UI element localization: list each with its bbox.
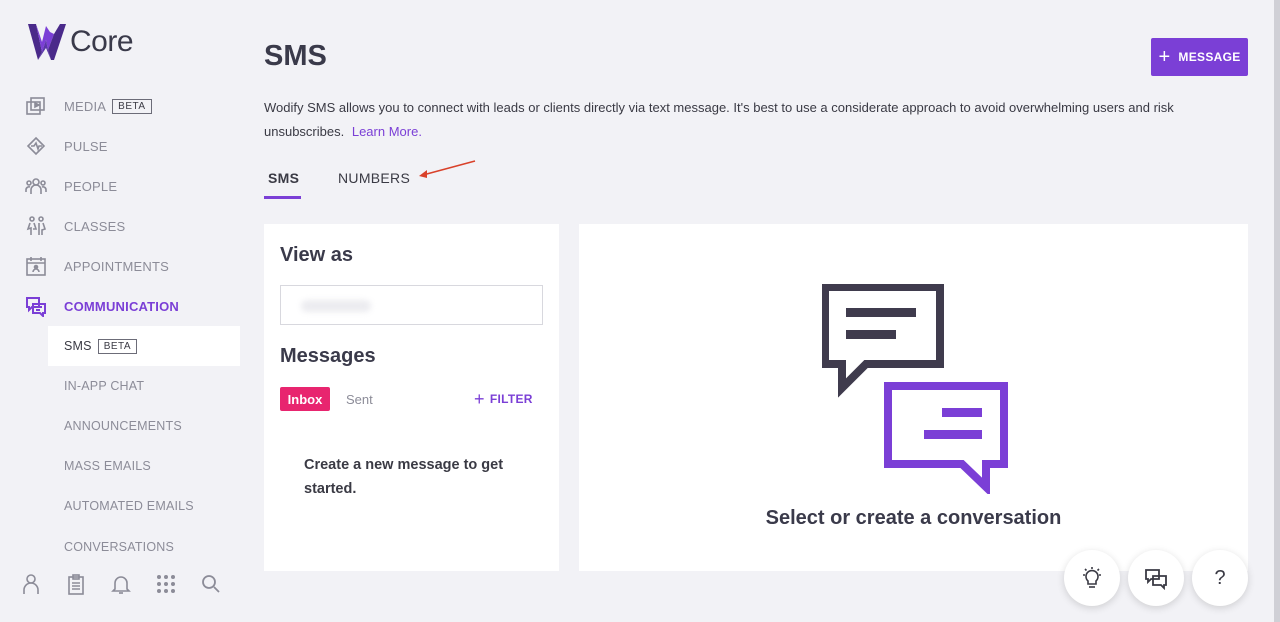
learn-more-link[interactable]: Learn More.: [352, 124, 422, 139]
empty-conversation-text: Select or create a conversation: [765, 507, 1062, 529]
plus-icon: +: [474, 389, 485, 409]
messages-heading: Messages: [280, 345, 376, 367]
profile-icon[interactable]: [20, 572, 42, 596]
classes-icon: [24, 215, 48, 237]
annotation-arrow-icon: [419, 160, 476, 178]
window-scrollbar[interactable]: [1274, 0, 1280, 622]
sidebar-item-classes[interactable]: CLASSES: [24, 215, 125, 237]
communication-icon: [24, 295, 48, 317]
logo[interactable]: Core: [26, 20, 134, 64]
sidebar-subitem-label: AUTOMATED EMAILS: [64, 499, 194, 513]
sidebar-subitem-label: SMS: [64, 339, 92, 353]
sidebar-item-label: CLASSES: [64, 218, 126, 234]
calendar-icon: [24, 255, 48, 277]
sidebar-subitem-label: CONVERSATIONS: [64, 540, 175, 554]
filter-button[interactable]: + FILTER: [474, 390, 533, 408]
beta-badge: BETA: [97, 338, 138, 354]
conversation-panel: Select or create a conversation: [579, 224, 1248, 571]
help-button[interactable]: ?: [1192, 550, 1248, 606]
sidebar-item-label: PULSE: [64, 138, 108, 154]
apps-grid-icon[interactable]: [155, 572, 177, 596]
new-message-button[interactable]: + MESSAGE: [1151, 38, 1248, 76]
chat-icon: [1145, 569, 1167, 590]
view-as-select[interactable]: [280, 285, 543, 325]
sidebar-subitem-label: IN-APP CHAT: [64, 379, 145, 393]
sidebar-item-label: MEDIA: [64, 98, 107, 114]
sidebar-subitem-label: ANNOUNCEMENTS: [64, 419, 182, 433]
new-message-label: MESSAGE: [1178, 50, 1241, 64]
search-icon[interactable]: [200, 572, 222, 596]
sidebar-item-people[interactable]: PEOPLE: [24, 175, 117, 197]
sidebar-bottom-toolbar: [20, 572, 245, 596]
page-description: Wodify SMS allows you to connect with le…: [264, 96, 1204, 144]
empty-messages-text: Create a new message to get started.: [304, 457, 504, 497]
tab-sms[interactable]: SMS: [268, 170, 299, 186]
tab-numbers[interactable]: NUMBERS: [338, 170, 410, 186]
filter-label: FILTER: [489, 392, 533, 406]
clipboard-icon[interactable]: [65, 572, 87, 596]
sidebar-subitem-in-app-chat[interactable]: IN-APP CHAT: [48, 366, 240, 406]
logo-w-icon: [28, 24, 66, 60]
messages-panel: View as Messages Inbox Sent + FILTER Cre…: [264, 224, 559, 571]
view-as-heading: View as: [280, 244, 354, 266]
pulse-icon: [24, 135, 48, 157]
tips-button[interactable]: [1064, 550, 1120, 606]
sidebar-item-label: COMMUNICATION: [64, 298, 180, 314]
sent-filter-button[interactable]: Sent: [346, 392, 373, 407]
sidebar-item-label: PEOPLE: [64, 178, 118, 194]
page-title: SMS: [264, 40, 327, 72]
sidebar-item-label: APPOINTMENTS: [64, 258, 169, 274]
sidebar-item-media[interactable]: MEDIA BETA: [24, 95, 152, 117]
logo-text: Core: [70, 25, 134, 58]
sidebar-subitem-mass-emails[interactable]: MASS EMAILS: [48, 446, 240, 486]
sidebar-item-appointments[interactable]: APPOINTMENTS: [24, 255, 169, 277]
sidebar-item-communication[interactable]: COMMUNICATION: [24, 295, 179, 317]
plus-icon: +: [1158, 46, 1171, 68]
sidebar: Core MEDIA BETA PULSE PEOPLE CLASSES APP…: [0, 0, 248, 622]
conversation-bubbles-icon: [822, 284, 1008, 494]
blurred-selected-value: [301, 300, 371, 312]
lightbulb-icon: [1083, 567, 1101, 588]
sidebar-item-pulse[interactable]: PULSE: [24, 135, 108, 157]
chat-button[interactable]: [1128, 550, 1184, 606]
sidebar-subitem-label: MASS EMAILS: [64, 459, 151, 473]
beta-badge: BETA: [112, 98, 152, 114]
sidebar-subitem-sms[interactable]: SMS BETA: [48, 326, 240, 366]
help-icon: ?: [1214, 566, 1226, 589]
inbox-filter-button[interactable]: Inbox: [280, 387, 330, 411]
media-icon: [24, 95, 48, 117]
bell-icon[interactable]: [110, 572, 132, 596]
sidebar-subitem-conversations[interactable]: CONVERSATIONS: [48, 526, 240, 554]
people-icon: [24, 175, 48, 197]
sidebar-subitem-automated-emails[interactable]: AUTOMATED EMAILS: [48, 486, 240, 526]
sidebar-subitem-announcements[interactable]: ANNOUNCEMENTS: [48, 406, 240, 446]
active-tab-indicator: [264, 196, 301, 199]
